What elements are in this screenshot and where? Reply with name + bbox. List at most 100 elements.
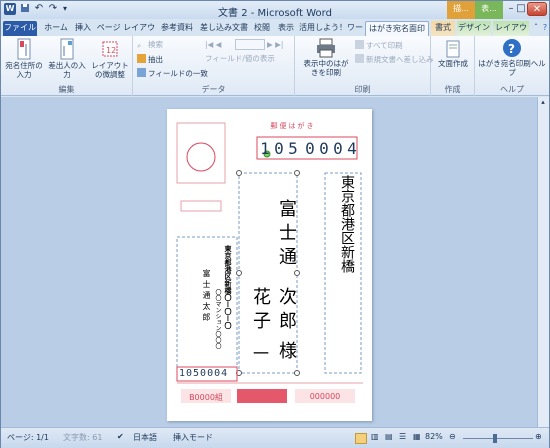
tab-file[interactable]: ファイル xyxy=(3,21,37,36)
tab-format[interactable]: 書式 xyxy=(431,21,455,36)
record-last-icon[interactable]: ▶ ▶| xyxy=(267,40,283,50)
search-button[interactable]: ⌕ 検索 xyxy=(137,40,163,50)
ribbon: 宛名住所の入力 差出人の入力 12 レイアウトの微調整 編集 ⌕ 検索 抽出 フィ… xyxy=(1,36,549,96)
tab-mailings[interactable]: 差し込み文書 xyxy=(198,21,250,36)
language[interactable]: 日本語 xyxy=(133,432,157,443)
extract-button[interactable]: 抽出 xyxy=(137,54,163,65)
group-print-label: 印刷 xyxy=(354,85,371,94)
draft-icon[interactable]: ▦ xyxy=(413,432,421,441)
group-edit-label: 編集 xyxy=(58,85,75,94)
message-card-icon xyxy=(446,40,460,58)
sender-postal[interactable]: 1050004 xyxy=(179,368,228,379)
record-number-input[interactable] xyxy=(235,39,265,50)
context-tab-group-table: 表... xyxy=(475,1,503,19)
layout-adjust-icon: 12 xyxy=(102,41,118,57)
tab-references[interactable]: 参考資料 xyxy=(158,21,196,36)
postcard-page[interactable]: 郵便はがき 1 0 5 0 0 0 4 東京都港区新橋 富士通 次郎 花子 様 … xyxy=(167,109,372,421)
postal-digit: 0 xyxy=(333,139,343,158)
create-message-button[interactable]: 文面作成 xyxy=(433,40,473,68)
proofing-icon[interactable]: ✔ xyxy=(117,432,124,441)
tab-home[interactable]: ホーム xyxy=(41,21,71,36)
field-match-icon xyxy=(137,68,146,77)
extract-label: 抽出 xyxy=(148,55,163,64)
tab-design[interactable]: デザイン xyxy=(457,21,491,36)
group-data-label: データ xyxy=(201,85,226,94)
group-edit: 宛名住所の入力 差出人の入力 12 レイアウトの微調整 編集 xyxy=(1,36,133,96)
field-value-label: フィールド/値の表示 xyxy=(205,54,275,63)
help-icon[interactable]: ? xyxy=(540,21,550,36)
help-circle-icon: ? xyxy=(503,39,521,57)
title-bar: W ↶ ↷ ▾ 文書 2 - Microsoft Word 描... 表... … xyxy=(1,1,549,19)
postal-code: 1 0 5 0 0 0 4 xyxy=(259,139,358,158)
close-button[interactable]: ✕ xyxy=(527,2,547,16)
recipient-honorific[interactable]: 様 xyxy=(273,341,299,359)
print-all-icon xyxy=(355,40,364,49)
zoom-slider[interactable] xyxy=(463,438,533,439)
filter-icon xyxy=(137,54,146,63)
scroll-up-icon[interactable]: ▴ xyxy=(538,98,548,108)
print-all-button[interactable]: すべて印刷 xyxy=(355,40,403,51)
full-screen-icon[interactable]: ▥ xyxy=(371,432,379,441)
group-print: 表示中のはがきを印刷 すべて印刷 新規文書へ差し込み 印刷 xyxy=(295,36,434,96)
tab-review[interactable]: 校閲 xyxy=(251,21,273,36)
tab-katsuyou[interactable]: 活用しよう！ワー xyxy=(299,21,363,36)
sender-building[interactable]: 〇〇マンション〇〇〇 xyxy=(213,289,222,349)
zoom-in-icon[interactable]: ⊕ xyxy=(535,432,542,441)
tab-page-layout[interactable]: ページ レイアウト xyxy=(96,21,156,46)
postal-digit: 4 xyxy=(347,139,357,158)
sender-input-button[interactable]: 差出人の入力 xyxy=(47,38,87,79)
search-icon: ⌕ xyxy=(137,41,142,50)
postal-digit: 1 xyxy=(260,139,270,158)
sender-address[interactable]: 東京都港区新橋〇ー〇ー〇 xyxy=(223,245,233,329)
sender-card-icon xyxy=(60,38,74,60)
page-count[interactable]: ページ: 1/1 xyxy=(7,432,49,443)
zoom-level[interactable]: 82% xyxy=(425,432,443,441)
tab-layout[interactable]: レイアウト xyxy=(493,21,529,46)
merge-new-button[interactable]: 新規文書へ差し込み xyxy=(355,54,434,65)
status-bar: ページ: 1/1 文字数: 61 ✔ 日本語 挿入モード ▥ ▤ ☰ ▦ 82%… xyxy=(1,427,549,448)
print-current-button[interactable]: 表示中のはがきを印刷 xyxy=(301,38,351,77)
postcard-header: 郵便はがき xyxy=(270,122,316,130)
postal-digit: 0 xyxy=(305,139,315,158)
outline-icon[interactable]: ☰ xyxy=(399,432,406,441)
recipient-honorific-2[interactable]: 一 xyxy=(247,345,271,361)
merge-new-icon xyxy=(355,54,364,63)
recipient-given-name-1[interactable]: 次郎 xyxy=(273,287,299,335)
ribbon-tabs: ファイル ホーム 挿入 ページ レイアウト 参考資料 差し込み文書 校閲 表示 … xyxy=(1,19,550,47)
search-label: 検索 xyxy=(148,40,163,49)
word-window: W ↶ ↷ ▾ 文書 2 - Microsoft Word 描... 表... … xyxy=(0,0,550,448)
svg-text:12: 12 xyxy=(106,46,116,55)
postcard-help-button[interactable]: ? はがき宛名印刷ヘルプ xyxy=(477,38,547,77)
zoom-slider-thumb[interactable] xyxy=(493,434,497,443)
group-help: ? はがき宛名印刷ヘルプ ヘルプ xyxy=(475,36,549,96)
svg-text:?: ? xyxy=(508,42,515,56)
tab-view[interactable]: 表示 xyxy=(275,21,297,36)
print-layout-icon[interactable] xyxy=(355,433,367,444)
field-value-button[interactable]: フィールド/値の表示 xyxy=(205,54,275,64)
printer-icon xyxy=(317,38,335,58)
recipient-surname[interactable]: 富士通 xyxy=(273,199,299,271)
record-first-icon[interactable]: |◀ ◀ xyxy=(205,40,221,50)
group-data: ⌕ 検索 抽出 フィールドの一致 |◀ ◀ ▶ ▶| フィールド/値の表示 データ xyxy=(133,36,295,96)
context-tab-group-drawing: 描... xyxy=(447,1,475,19)
address-input-button[interactable]: 宛名住所の入力 xyxy=(5,38,43,79)
word-count[interactable]: 文字数: 61 xyxy=(63,432,102,443)
web-layout-icon[interactable]: ▤ xyxy=(385,432,393,441)
group-create: 文面作成 作成 xyxy=(431,36,475,96)
tab-postcard-print[interactable]: はがき宛名面印刷 xyxy=(365,21,429,47)
layout-adjust-button[interactable]: 12 レイアウトの微調整 xyxy=(89,38,131,79)
field-match-button[interactable]: フィールドの一致 xyxy=(137,68,208,79)
vertical-scrollbar[interactable] xyxy=(537,97,549,427)
recipient-address[interactable]: 東京都港区新橋 xyxy=(337,175,357,273)
layout-adjust-label: レイアウトの微調整 xyxy=(91,61,129,79)
recipient-given-name-2[interactable]: 花子 xyxy=(247,287,273,335)
group-help-label: ヘルプ xyxy=(500,85,524,94)
maximize-button[interactable]: □ xyxy=(514,2,528,16)
postal-digit: 5 xyxy=(288,139,298,158)
sender-name[interactable]: 富士通太郎 xyxy=(201,269,212,324)
postcard-help-label: はがき宛名印刷ヘルプ xyxy=(478,59,546,77)
tab-insert[interactable]: 挿入 xyxy=(72,21,94,36)
insert-mode[interactable]: 挿入モード xyxy=(173,432,213,443)
merge-new-label: 新規文書へ差し込み xyxy=(366,55,434,64)
zoom-out-icon[interactable]: ⊖ xyxy=(449,432,456,441)
